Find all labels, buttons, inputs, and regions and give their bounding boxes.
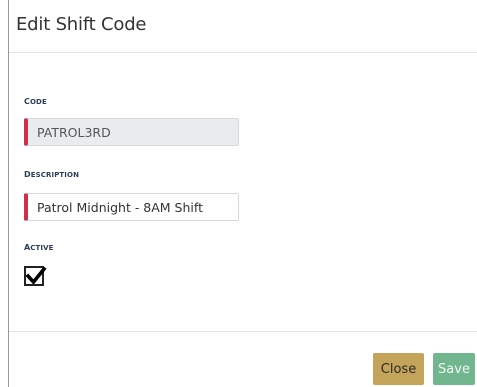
save-button[interactable]: Save xyxy=(433,353,475,385)
code-value: PATROL3RD xyxy=(37,124,111,140)
description-value: Patrol Midnight - 8AM Shift xyxy=(37,199,203,215)
code-field[interactable]: PATROL3RD xyxy=(24,118,239,146)
dialog-title: Edit Shift Code xyxy=(16,14,147,35)
checkmark-icon xyxy=(25,266,47,285)
edit-shift-code-dialog: Edit Shift Code CODE PATROL3RD DESCRIPTI… xyxy=(8,0,477,387)
description-field[interactable]: Patrol Midnight - 8AM Shift xyxy=(24,193,239,221)
dialog-header: Edit Shift Code xyxy=(9,0,477,53)
description-label: DESCRIPTION xyxy=(24,166,80,180)
code-label: CODE xyxy=(24,93,47,107)
close-button[interactable]: Close xyxy=(373,353,424,385)
active-label: ACTIVE xyxy=(24,239,54,253)
active-checkbox[interactable] xyxy=(24,266,47,286)
